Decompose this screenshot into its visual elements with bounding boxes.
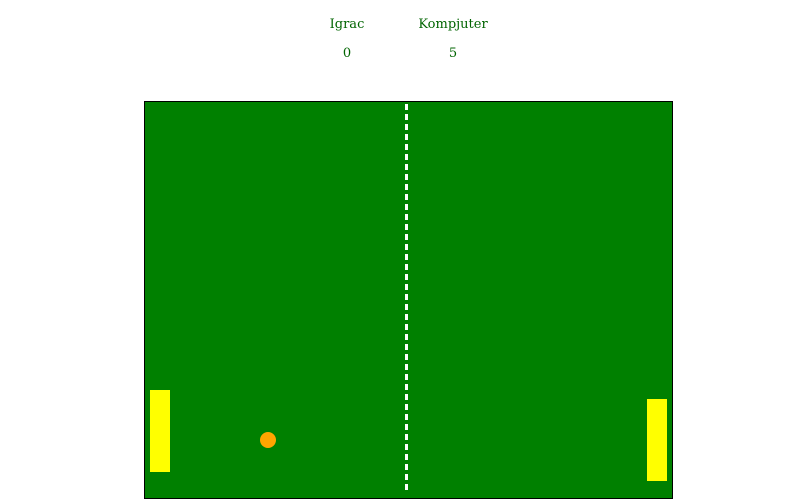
player-paddle[interactable] — [150, 390, 170, 472]
center-net — [405, 104, 408, 494]
ball — [260, 432, 276, 448]
computer-score-value: 5 — [448, 46, 458, 61]
computer-name-label: Kompjuter — [418, 17, 488, 32]
computer-paddle — [647, 399, 667, 481]
game-court[interactable] — [144, 101, 673, 499]
computer-score-panel: Kompjuter 5 — [393, 18, 513, 60]
player-score-panel: Igrac 0 — [287, 18, 407, 60]
scoreboard: Igrac 0 Kompjuter 5 — [0, 0, 800, 90]
player-score-value: 0 — [342, 46, 352, 61]
player-name-label: Igrac — [329, 17, 365, 32]
